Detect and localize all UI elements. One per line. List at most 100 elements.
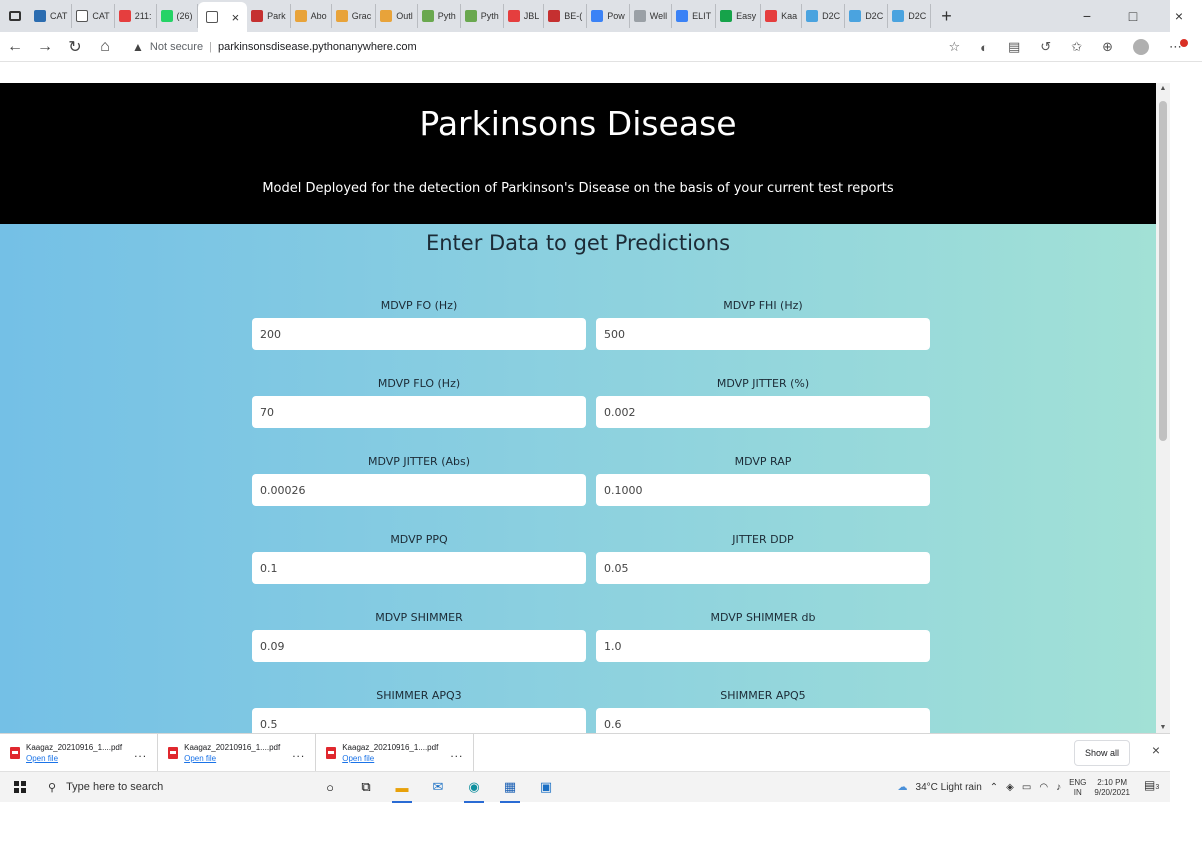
scroll-down-icon[interactable]: ▼ [1156,724,1170,731]
field-input[interactable]: 500 [596,318,930,350]
browser-tab[interactable]: D2C [845,4,889,28]
collections-icon[interactable]: ⊕ [1102,39,1113,55]
download-more-button[interactable]: ... [450,746,463,760]
browser-tab[interactable]: ELIT [672,4,717,28]
clock[interactable]: 2:10 PM 9/20/2021 [1094,778,1130,798]
language-indicator[interactable]: ENG IN [1069,778,1086,798]
browser-tab[interactable]: Abo [291,4,332,28]
file-explorer-icon[interactable]: ▬ [392,777,412,803]
browser-tab[interactable]: CAT [30,4,73,28]
field-input[interactable]: 0.6 [596,708,930,733]
taskbar-search-box[interactable]: ⚲ Type here to search [40,772,300,803]
field-input[interactable]: 0.5 [252,708,586,733]
tab-label: D2C [908,11,927,21]
download-more-button[interactable]: ... [134,746,147,760]
maximize-button[interactable]: □ [1110,8,1156,24]
favorites-icon[interactable]: ✩ [1071,39,1082,55]
address-bar[interactable]: ▲ Not secure | parkinsonsdisease.pythona… [132,40,832,54]
network-icon[interactable]: ◈ [1006,782,1014,793]
download-item[interactable]: Kaagaz_20210916_1....pdf Open file... [316,733,475,772]
show-all-downloads-button[interactable]: Show all [1073,740,1130,766]
field-input[interactable]: 0.05 [596,552,930,584]
weather-text[interactable]: 34°C Light rain [916,782,982,793]
scroll-up-icon[interactable]: ▲ [1156,85,1170,92]
field-input[interactable]: 1.0 [596,630,930,662]
warning-icon[interactable]: ▲ [132,40,144,54]
tab-favicon-icon [765,10,778,22]
scroll-thumb[interactable] [1159,101,1167,441]
field-input[interactable]: 70 [252,396,586,428]
windows-taskbar: ⚲ Type here to search ○ ⧉ ▬ ✉ ◉ ▦ ▣ ☁ 34… [0,771,1170,803]
task-view-icon[interactable]: ⧉ [356,777,376,797]
word-icon[interactable]: ▦ [500,777,520,803]
close-window-button[interactable]: × [1156,8,1202,24]
close-downloads-button[interactable]: × [1152,742,1160,758]
refresh-button[interactable]: ↻ [60,37,90,57]
field-input[interactable]: 0.1000 [596,474,930,506]
new-tab-button[interactable]: + [931,6,962,27]
download-filename: Kaagaz_20210916_1....pdf [184,742,281,752]
notification-icon[interactable]: ▤3 [1144,778,1162,796]
photos-icon[interactable]: ▣ [536,777,556,797]
wifi-icon[interactable]: ◠ [1039,782,1048,793]
browser-tab[interactable]: Well [630,4,673,28]
field-input[interactable]: 0.09 [252,630,586,662]
download-item[interactable]: Kaagaz_20210916_1....pdf Open file... [158,733,317,772]
open-file-link[interactable]: Open file [26,753,122,764]
browser-tab[interactable]: Grac [332,4,377,28]
browser-tab[interactable]: × [197,2,248,32]
browser-tab[interactable]: Park [247,4,291,28]
browser-tab[interactable]: CAT [72,4,115,28]
field-label: SHIMMER APQ5 [720,689,806,702]
battery-icon[interactable]: ▭ [1022,782,1031,793]
browser-tab[interactable]: D2C [802,4,846,28]
field-input[interactable]: 200 [252,318,586,350]
browser-tab[interactable]: JBL [504,4,545,28]
field-input[interactable]: 0.002 [596,396,930,428]
update-badge [1180,39,1188,47]
browser-tab[interactable]: Pow [587,4,630,28]
immersive-reader-icon[interactable]: ▤ [1008,39,1020,55]
browser-tab[interactable]: Kaa [761,4,803,28]
browser-toolbar: ← → ↻ ⌂ ▲ Not secure | parkinsonsdisease… [0,32,1202,62]
tab-label: Abo [310,11,327,21]
page-scrollbar[interactable]: ▲ ▼ [1156,83,1170,733]
browser-tab[interactable]: 211: [115,4,157,28]
read-aloud-icon[interactable]: ☆ [948,39,960,55]
tab-favicon-icon [720,10,733,22]
download-item[interactable]: Kaagaz_20210916_1....pdf Open file... [0,733,159,772]
show-hidden-icons-icon[interactable]: ⌃ [990,782,998,793]
back-button[interactable]: ← [0,38,30,56]
minimize-button[interactable]: − [1064,8,1110,24]
mail-icon[interactable]: ✉ [428,777,448,797]
start-button[interactable] [0,772,40,803]
cortana-icon[interactable]: ○ [320,777,340,797]
volume-icon[interactable]: ♪ [1056,782,1061,793]
page-viewport: Parkinsons Disease Model Deployed for th… [0,83,1156,733]
browser-tab[interactable]: (26) [157,4,198,28]
edge-browser-icon[interactable]: ◉ [464,777,484,803]
browser-tab[interactable]: Easy [716,4,762,28]
close-tab-button[interactable]: × [232,10,240,25]
tab-actions-button[interactable] [0,0,30,32]
open-file-link[interactable]: Open file [184,753,280,764]
browser-tab[interactable]: D2C [888,4,932,28]
browser-tab[interactable]: Outl [376,4,418,28]
download-more-button[interactable]: ... [292,746,305,760]
profile-avatar[interactable] [1133,39,1149,55]
field-input[interactable]: 0.1 [252,552,586,584]
open-file-link[interactable]: Open file [342,753,438,764]
language-code: ENG [1069,777,1087,787]
refresh-extension-icon[interactable]: ↺ [1040,39,1051,55]
field-input[interactable]: 0.00026 [252,474,586,506]
tab-label: BE-( [564,11,583,21]
field-label: MDVP PPQ [390,533,448,546]
extension-icon[interactable]: ◐ [980,40,988,55]
home-button[interactable]: ⌂ [90,38,120,56]
security-warning-label: Not secure [149,40,204,53]
browser-tab[interactable]: Pyth [418,4,461,28]
browser-tab[interactable]: Pyth [461,4,504,28]
browser-tab[interactable]: BE-( [544,4,588,28]
forward-button[interactable]: → [30,38,60,56]
more-menu-icon[interactable]: ⋯ [1169,39,1188,55]
